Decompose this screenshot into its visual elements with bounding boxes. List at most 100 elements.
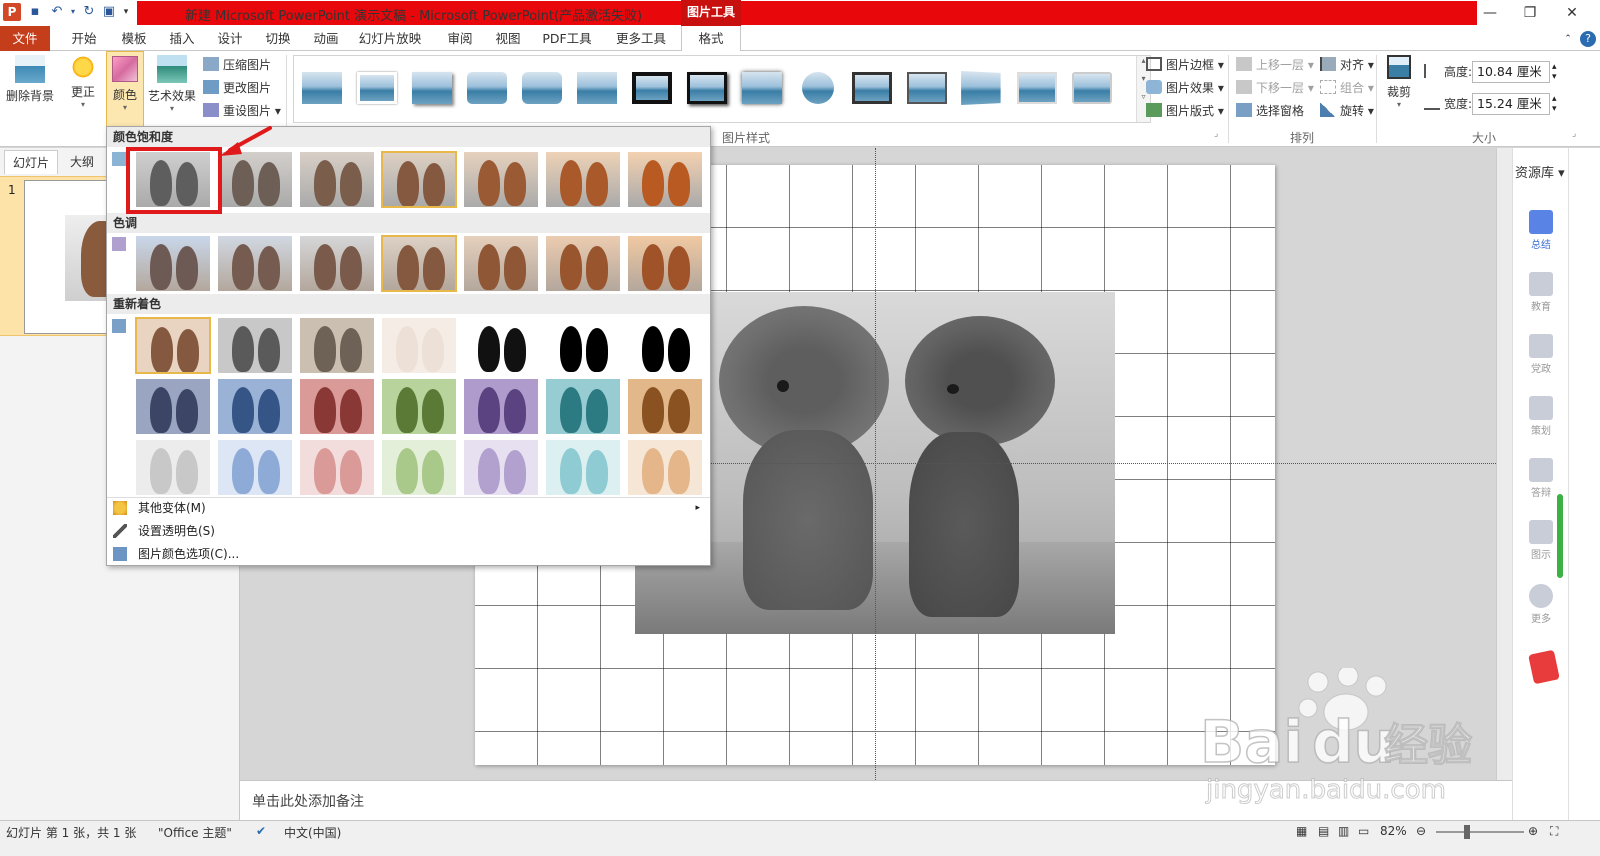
compress-pictures-button[interactable]: 压缩图片 [203, 55, 271, 75]
saturation-option-3[interactable] [299, 151, 375, 208]
recolor-row2-option-7[interactable] [627, 378, 703, 435]
picture-style-3[interactable] [412, 72, 452, 104]
saturation-option-7[interactable] [627, 151, 703, 208]
tab-slideshow[interactable]: 幻灯片放映 [350, 29, 430, 49]
powerpoint-app-icon[interactable]: P [3, 3, 21, 21]
recolor-row1-option-6[interactable] [545, 317, 621, 374]
close-icon[interactable]: ✕ [1552, 2, 1592, 24]
panel-scroll-indicator[interactable] [1557, 494, 1563, 578]
size-dialog-launcher-icon[interactable]: ⌟ [1572, 129, 1576, 139]
remove-background-button[interactable]: 删除背景 [2, 51, 58, 104]
tab-review[interactable]: 审阅 [436, 29, 484, 49]
picture-style-15[interactable] [1072, 72, 1112, 104]
tab-pdf-tools[interactable]: PDF工具 [536, 29, 598, 49]
bring-forward-button[interactable]: 上移一层 ▾ [1236, 55, 1314, 75]
picture-style-8[interactable] [687, 72, 727, 104]
picture-layout-button[interactable]: 图片版式 ▾ [1146, 101, 1224, 121]
resource-planning[interactable]: 策划 [1513, 396, 1569, 437]
picture-style-1[interactable] [302, 72, 342, 104]
customize-qat-icon[interactable]: ▾ [120, 3, 132, 21]
slideshow-view-icon[interactable]: ▭ [1358, 824, 1369, 838]
correct-button[interactable]: 更正 ▾ [62, 51, 104, 109]
new-slide-icon[interactable]: ▣ [100, 3, 118, 21]
recolor-row2-option-5[interactable] [463, 378, 539, 435]
tab-animations[interactable]: 动画 [302, 29, 350, 49]
tab-design[interactable]: 设计 [206, 29, 254, 49]
zoom-slider[interactable] [1436, 831, 1524, 833]
red-packet-icon[interactable] [1528, 649, 1560, 685]
recolor-row2-option-2[interactable] [217, 378, 293, 435]
zoom-out-icon[interactable]: ⊖ [1416, 824, 1426, 838]
picture-style-14[interactable] [1017, 72, 1057, 104]
picture-style-2[interactable] [357, 72, 397, 104]
slide-sorter-icon[interactable]: ▤ [1318, 824, 1329, 838]
tab-transitions[interactable]: 切换 [254, 29, 302, 49]
selection-pane-button[interactable]: 选择窗格 [1236, 101, 1304, 121]
recolor-row3-option-1[interactable] [135, 439, 211, 496]
dialog-launcher-icon[interactable]: ⌟ [1214, 129, 1218, 139]
recolor-row1-option-1[interactable] [135, 317, 211, 374]
group-objects-button[interactable]: 组合 ▾ [1320, 78, 1374, 98]
set-transparent-color-item[interactable]: 设置透明色(S) [107, 520, 710, 542]
resource-library-header[interactable]: 资源库 ▾ [1515, 162, 1565, 181]
change-picture-button[interactable]: 更改图片 [203, 78, 271, 98]
restore-icon[interactable]: ❐ [1510, 2, 1550, 24]
recolor-row1-option-7[interactable] [627, 317, 703, 374]
tone-option-1[interactable] [135, 235, 211, 292]
resource-more[interactable]: 更多 [1513, 584, 1569, 625]
picture-style-4[interactable] [467, 72, 507, 104]
tone-option-7[interactable] [627, 235, 703, 292]
height-spinner[interactable]: ▴ ▾ [1552, 62, 1557, 82]
tab-file[interactable]: 文件 [0, 26, 50, 51]
saturation-option-5[interactable] [463, 151, 539, 208]
saturation-option-4[interactable] [381, 151, 457, 208]
recolor-row3-option-3[interactable] [299, 439, 375, 496]
tone-option-4[interactable] [381, 235, 457, 292]
zoom-slider-thumb[interactable] [1464, 825, 1470, 839]
picture-style-5[interactable] [522, 72, 562, 104]
spell-check-icon[interactable]: ✔ [256, 824, 266, 838]
zoom-level[interactable]: 82% [1380, 824, 1407, 838]
tone-option-3[interactable] [299, 235, 375, 292]
recolor-row3-option-4[interactable] [381, 439, 457, 496]
align-button[interactable]: 对齐 ▾ [1320, 55, 1374, 75]
more-variations-item[interactable]: 其他变体(M) ▸ [107, 497, 710, 519]
tab-slides-pane[interactable]: 幻灯片 [4, 150, 58, 174]
recolor-row3-option-7[interactable] [627, 439, 703, 496]
undo-dropdown-icon[interactable]: ▾ [68, 3, 78, 21]
picture-style-10[interactable] [802, 72, 834, 104]
zoom-in-icon[interactable]: ⊕ [1528, 824, 1538, 838]
height-input[interactable]: 10.84 厘米 [1472, 61, 1550, 83]
tab-template[interactable]: 模板 [110, 29, 158, 49]
collapse-ribbon-icon[interactable]: ⌃ [1560, 29, 1576, 49]
recolor-row2-option-3[interactable] [299, 378, 375, 435]
recolor-row3-option-5[interactable] [463, 439, 539, 496]
reading-view-icon[interactable]: ▥ [1338, 824, 1349, 838]
fit-to-window-icon[interactable]: ⛶ [1550, 824, 1558, 839]
width-input[interactable]: 15.24 厘米 [1472, 93, 1550, 115]
picture-effects-button[interactable]: 图片效果 ▾ [1146, 78, 1224, 98]
vertical-guide[interactable] [875, 148, 876, 780]
theme-status[interactable]: "Office 主题" [158, 824, 232, 841]
normal-view-icon[interactable]: ▦ [1296, 824, 1307, 838]
picture-color-options-item[interactable]: 图片颜色选项(C)... [107, 543, 710, 565]
picture-style-11[interactable] [852, 72, 892, 104]
resource-summary[interactable]: 总结 [1513, 210, 1569, 251]
send-backward-button[interactable]: 下移一层 ▾ [1236, 78, 1314, 98]
recolor-row2-option-1[interactable] [135, 378, 211, 435]
color-button[interactable]: 颜色 ▾ [106, 51, 144, 127]
reset-picture-button[interactable]: 重设图片 ▾ [203, 101, 281, 121]
rotate-button[interactable]: 旋转 ▾ [1320, 101, 1374, 121]
recolor-row1-option-2[interactable] [217, 317, 293, 374]
picture-style-9[interactable] [742, 72, 782, 104]
save-icon[interactable]: ▪ [26, 3, 44, 21]
picture-style-12[interactable] [907, 72, 947, 104]
recolor-row3-option-6[interactable] [545, 439, 621, 496]
recolor-row1-option-5[interactable] [463, 317, 539, 374]
resource-government[interactable]: 党政 [1513, 334, 1569, 375]
language-status[interactable]: 中文(中国) [284, 824, 341, 841]
tab-format[interactable]: 格式 [681, 26, 741, 52]
tab-view[interactable]: 视图 [484, 29, 532, 49]
tone-option-6[interactable] [545, 235, 621, 292]
minimize-icon[interactable]: — [1470, 2, 1510, 24]
